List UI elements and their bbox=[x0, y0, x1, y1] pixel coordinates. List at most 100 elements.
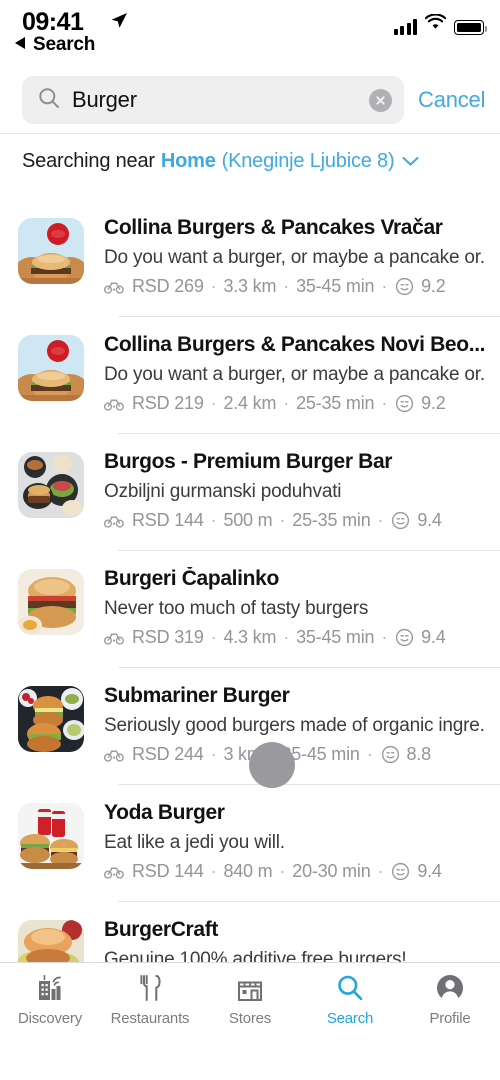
tab-label: Stores bbox=[228, 1010, 272, 1027]
tab-restaurants[interactable]: Restaurants bbox=[100, 971, 200, 1027]
result-description: Do you want a burger, or maybe a pancake… bbox=[104, 247, 484, 268]
result-thumbnail bbox=[18, 452, 84, 518]
result-title: Collina Burgers & Pancakes Novi Beo... bbox=[104, 333, 484, 356]
result-rating: 9.4 bbox=[421, 627, 446, 647]
result-thumbnail bbox=[18, 920, 84, 962]
result-title: Collina Burgers & Pancakes Vračar bbox=[104, 216, 443, 239]
result-delivery-time: 25-35 min bbox=[292, 510, 371, 530]
back-label: Search bbox=[33, 34, 96, 55]
result-description: Eat like a jedi you will. bbox=[104, 832, 285, 853]
bicycle-icon bbox=[104, 630, 124, 645]
tab-stores[interactable]: Stores bbox=[200, 971, 300, 1027]
result-delivery-price: RSD 144 bbox=[132, 861, 204, 881]
city-signal-icon bbox=[34, 971, 66, 1005]
search-result-row[interactable]: Burgos - Premium Burger Bar Ozbiljni gur… bbox=[0, 434, 500, 551]
cutlery-icon bbox=[135, 971, 165, 1005]
bicycle-icon bbox=[104, 864, 124, 879]
search-result-row[interactable]: Yoda Burger Eat like a jedi you will. RS… bbox=[0, 785, 500, 902]
tab-label: Profile bbox=[429, 1010, 471, 1027]
result-description: Seriously good burgers made of organic i… bbox=[104, 715, 484, 736]
result-meta: RSD 144 · 840 m · 20-30 min · 9.4 bbox=[104, 861, 484, 882]
result-description: Ozbiljni gurmanski poduhvati bbox=[104, 481, 342, 502]
cancel-button[interactable]: Cancel bbox=[418, 87, 485, 113]
back-to-search-button[interactable]: Search bbox=[14, 34, 95, 56]
search-input[interactable]: Burger bbox=[22, 76, 404, 124]
result-delivery-time: 25-35 min bbox=[296, 393, 375, 413]
header-divider bbox=[0, 133, 500, 134]
meta-separator: · bbox=[210, 744, 217, 764]
meta-separator: · bbox=[377, 510, 384, 530]
chevron-down-icon[interactable] bbox=[402, 156, 419, 167]
smiley-icon bbox=[381, 745, 400, 764]
wifi-icon bbox=[424, 13, 447, 35]
bicycle-icon bbox=[104, 747, 124, 762]
tab-label: Search bbox=[326, 1010, 374, 1027]
clear-circle-icon[interactable] bbox=[369, 88, 392, 112]
meta-separator: · bbox=[381, 627, 388, 647]
tab-label: Restaurants bbox=[110, 1010, 190, 1027]
result-rating: 9.2 bbox=[421, 276, 446, 296]
meta-separator: · bbox=[210, 627, 217, 647]
result-thumbnail bbox=[18, 803, 84, 869]
battery-full-icon bbox=[454, 20, 487, 35]
result-meta: RSD 319 · 4.3 km · 35-45 min · 9.4 bbox=[104, 627, 484, 648]
meta-separator: · bbox=[210, 276, 217, 296]
result-delivery-price: RSD 319 bbox=[132, 627, 204, 647]
cellular-signal-icon bbox=[393, 19, 417, 35]
bottom-tab-bar[interactable]: Discovery Restaurants Stores Search Prof… bbox=[0, 962, 500, 1080]
result-thumbnail bbox=[18, 335, 84, 401]
result-distance: 840 m bbox=[223, 861, 273, 881]
search-result-row[interactable]: Collina Burgers & Pancakes Novi Beo... D… bbox=[0, 317, 500, 434]
tab-profile[interactable]: Profile bbox=[400, 971, 500, 1027]
result-meta: RSD 144 · 500 m · 25-35 min · 9.4 bbox=[104, 510, 484, 531]
app-screen: 09:41 Search Burger Cancel Searching nea… bbox=[0, 0, 500, 1080]
tab-discovery[interactable]: Discovery bbox=[0, 971, 100, 1027]
result-title: Burgos - Premium Burger Bar bbox=[104, 450, 393, 473]
search-results-list[interactable]: Collina Burgers & Pancakes Vračar Do you… bbox=[0, 200, 500, 962]
back-triangle-icon bbox=[14, 36, 27, 55]
meta-separator: · bbox=[210, 510, 217, 530]
result-delivery-price: RSD 144 bbox=[132, 510, 204, 530]
result-rating: 9.4 bbox=[417, 510, 442, 530]
searching-near-selector[interactable]: Searching near Home (Kneginje Ljubice 8) bbox=[22, 150, 482, 173]
search-icon bbox=[335, 971, 365, 1005]
result-info: Burgos - Premium Burger Bar Ozbiljni gur… bbox=[104, 448, 484, 551]
result-delivery-price: RSD 244 bbox=[132, 744, 204, 764]
searching-near-prefix: Searching near bbox=[22, 150, 155, 172]
searching-near-address: (Kneginje Ljubice 8) bbox=[221, 150, 395, 172]
meta-separator: · bbox=[210, 393, 217, 413]
status-bar-indicators bbox=[393, 13, 487, 35]
meta-separator: · bbox=[381, 276, 388, 296]
status-bar-time: 09:41 bbox=[22, 8, 84, 36]
result-title: Submariner Burger bbox=[104, 684, 290, 707]
result-meta: RSD 219 · 2.4 km · 25-35 min · 9.2 bbox=[104, 393, 484, 414]
meta-separator: · bbox=[283, 393, 290, 413]
result-title: BurgerCraft bbox=[104, 918, 218, 941]
result-delivery-price: RSD 269 bbox=[132, 276, 204, 296]
search-result-row[interactable]: Burgeri Čapalinko Never too much of tast… bbox=[0, 551, 500, 668]
user-avatar-icon bbox=[435, 971, 465, 1005]
result-rating: 9.4 bbox=[417, 861, 442, 881]
location-arrow-icon bbox=[110, 12, 128, 35]
result-thumbnail bbox=[18, 569, 84, 635]
search-icon bbox=[38, 87, 60, 114]
tab-search[interactable]: Search bbox=[300, 971, 400, 1027]
search-query-text: Burger bbox=[72, 87, 137, 112]
meta-separator: · bbox=[366, 744, 373, 764]
search-result-row[interactable]: Collina Burgers & Pancakes Vračar Do you… bbox=[0, 200, 500, 317]
result-delivery-time: 20-30 min bbox=[292, 861, 371, 881]
smiley-icon bbox=[391, 862, 410, 881]
smiley-icon bbox=[395, 628, 414, 647]
bicycle-icon bbox=[104, 279, 124, 294]
result-description: Genuine 100% additive free burgers! bbox=[104, 949, 407, 962]
bicycle-icon bbox=[104, 513, 124, 528]
storefront-icon bbox=[235, 971, 265, 1005]
search-result-row[interactable]: BurgerCraft Genuine 100% additive free b… bbox=[0, 902, 500, 962]
searching-near-place: Home bbox=[160, 150, 216, 172]
meta-separator: · bbox=[210, 861, 217, 881]
smiley-icon bbox=[391, 511, 410, 530]
result-info: Collina Burgers & Pancakes Novi Beo... D… bbox=[104, 331, 484, 434]
result-meta: RSD 269 · 3.3 km · 35-45 min · 9.2 bbox=[104, 276, 484, 297]
result-distance: 4.3 km bbox=[223, 627, 277, 647]
result-info: Burgeri Čapalinko Never too much of tast… bbox=[104, 565, 484, 668]
